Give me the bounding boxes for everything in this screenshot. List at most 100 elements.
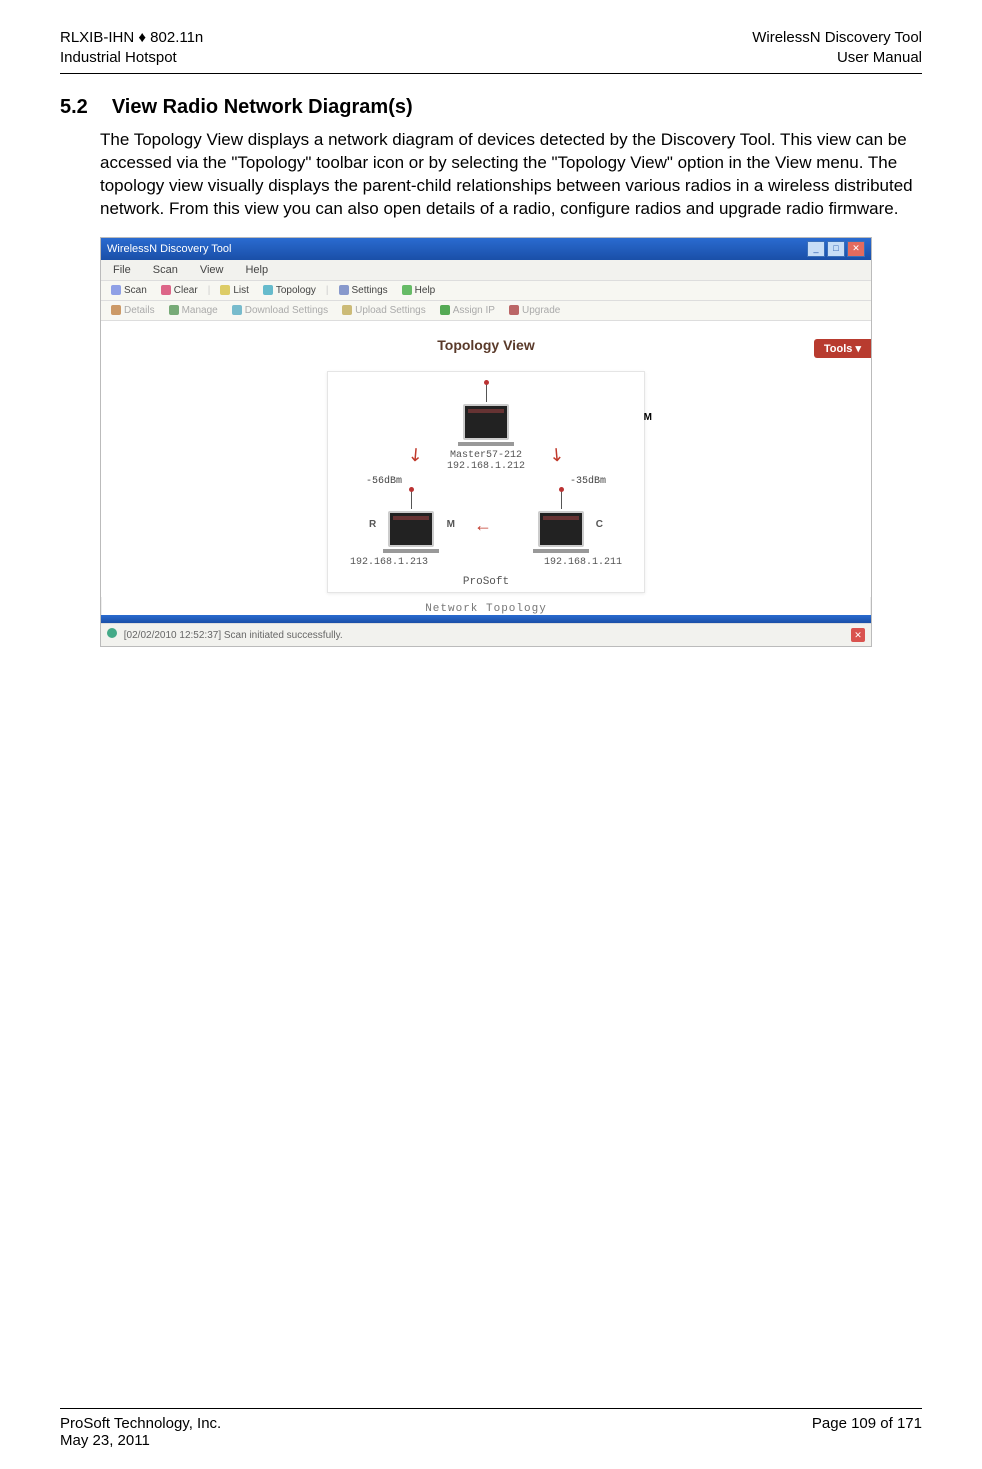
- gear-icon: [339, 285, 349, 295]
- status-divider: [101, 615, 871, 623]
- details-button[interactable]: Details: [107, 304, 159, 317]
- left-node-ip: 192.168.1.213: [350, 557, 428, 568]
- clear-button[interactable]: Clear: [157, 284, 202, 297]
- header-right-line1: WirelessN Discovery Tool: [752, 28, 922, 48]
- page-header: RLXIB-IHN ♦ 802.11n Industrial Hotspot W…: [60, 28, 922, 74]
- scan-label: Scan: [124, 285, 147, 296]
- maximize-button[interactable]: □: [827, 241, 845, 257]
- chevron-down-icon: ▾: [855, 343, 861, 355]
- close-button[interactable]: ✕: [847, 241, 865, 257]
- download-settings-button[interactable]: Download Settings: [228, 304, 332, 317]
- search-icon: [111, 285, 121, 295]
- child-nodes-row: R M ← C: [336, 491, 636, 553]
- status-close-button[interactable]: ✕: [851, 628, 865, 642]
- settings-label: Settings: [352, 285, 388, 296]
- menu-file[interactable]: File: [109, 263, 135, 277]
- menu-scan[interactable]: Scan: [149, 263, 182, 277]
- upload-icon: [342, 305, 352, 315]
- manage-icon: [169, 305, 179, 315]
- topology-label: Topology: [276, 285, 316, 296]
- link-arrow-icon: ←: [474, 515, 492, 536]
- clear-label: Clear: [174, 285, 198, 296]
- footer-left: ProSoft Technology, Inc. May 23, 2011: [60, 1415, 221, 1449]
- radio-base-icon: [533, 549, 589, 553]
- header-right-line2: User Manual: [752, 48, 922, 68]
- status-text: [02/02/2010 12:52:37] Scan initiated suc…: [124, 630, 343, 641]
- tools-button[interactable]: Tools ▾: [814, 339, 871, 358]
- details-label: Details: [124, 305, 155, 316]
- settings-button[interactable]: Settings: [335, 284, 392, 297]
- topology-title: Topology View: [437, 337, 535, 353]
- footer-company: ProSoft Technology, Inc.: [60, 1415, 221, 1432]
- left-role-badge-m: M: [447, 519, 455, 530]
- footer-date: May 23, 2011: [60, 1432, 221, 1449]
- download-icon: [232, 305, 242, 315]
- header-left-line1: RLXIB-IHN ♦ 802.11n: [60, 28, 203, 48]
- window-titlebar[interactable]: WirelessN Discovery Tool _ □ ✕: [101, 238, 871, 260]
- antenna-icon: [486, 384, 487, 402]
- details-icon: [111, 305, 121, 315]
- window-title: WirelessN Discovery Tool: [107, 243, 232, 255]
- left-radio-node[interactable]: R M: [383, 491, 439, 553]
- topology-canvas[interactable]: M ↙ ↘ Master57-212 192.168.1.212 -56dBm …: [101, 361, 871, 597]
- signal-row: -56dBm -35dBm: [336, 476, 636, 487]
- broom-icon: [161, 285, 171, 295]
- radio-device-icon: [538, 511, 584, 547]
- help-label: Help: [415, 285, 436, 296]
- help-button[interactable]: Help: [398, 284, 440, 297]
- check-icon: [440, 305, 450, 315]
- list-icon: [220, 285, 230, 295]
- radio-base-icon: [383, 549, 439, 553]
- right-link-signal: -35dBm: [570, 476, 606, 487]
- diagram-caption: Network Topology: [101, 603, 871, 615]
- radio-device-icon: [463, 404, 509, 440]
- radio-base-icon: [458, 442, 514, 446]
- section-number: 5.2: [60, 96, 88, 118]
- master-name: Master57-212: [336, 450, 636, 461]
- page-footer: ProSoft Technology, Inc. May 23, 2011 Pa…: [60, 1408, 922, 1449]
- separator: |: [208, 285, 211, 296]
- assign-ip-button[interactable]: Assign IP: [436, 304, 499, 317]
- radio-device-icon: [388, 511, 434, 547]
- antenna-icon: [411, 491, 412, 509]
- section-paragraph: The Topology View displays a network dia…: [100, 129, 922, 221]
- master-labels: Master57-212 192.168.1.212: [336, 450, 636, 472]
- section-title-text: View Radio Network Diagram(s): [112, 96, 413, 118]
- manage-button[interactable]: Manage: [165, 304, 222, 317]
- header-left: RLXIB-IHN ♦ 802.11n Industrial Hotspot: [60, 28, 203, 67]
- upgrade-icon: [509, 305, 519, 315]
- upload-settings-label: Upload Settings: [355, 305, 426, 316]
- ip-row: 192.168.1.213 192.168.1.211: [336, 557, 636, 568]
- embedded-screenshot: WirelessN Discovery Tool _ □ ✕ File Scan…: [100, 237, 872, 647]
- menu-view[interactable]: View: [196, 263, 228, 277]
- manage-label: Manage: [182, 305, 218, 316]
- right-role-badge: C: [596, 519, 603, 530]
- antenna-icon: [561, 491, 562, 509]
- master-ip: 192.168.1.212: [336, 461, 636, 472]
- vendor-label: ProSoft: [336, 576, 636, 588]
- tools-label: Tools: [824, 343, 853, 355]
- info-icon: [107, 628, 117, 638]
- minimize-button[interactable]: _: [807, 241, 825, 257]
- header-right: WirelessN Discovery Tool User Manual: [752, 28, 922, 67]
- upload-settings-button[interactable]: Upload Settings: [338, 304, 430, 317]
- separator: |: [326, 285, 329, 296]
- toolbar-secondary: Details Manage Download Settings Upload …: [101, 301, 871, 321]
- left-link-signal: -56dBm: [366, 476, 402, 487]
- topology-icon: [263, 285, 273, 295]
- upgrade-button[interactable]: Upgrade: [505, 304, 564, 317]
- right-radio-node[interactable]: C: [533, 491, 589, 553]
- right-node-ip: 192.168.1.211: [544, 557, 622, 568]
- topology-button[interactable]: Topology: [259, 284, 320, 297]
- section-heading: 5.2 View Radio Network Diagram(s): [60, 96, 922, 119]
- list-label: List: [233, 285, 249, 296]
- menubar: File Scan View Help: [101, 260, 871, 281]
- master-radio-node[interactable]: M ↙ ↘: [336, 384, 636, 446]
- help-icon: [402, 285, 412, 295]
- menu-help[interactable]: Help: [241, 263, 272, 277]
- upgrade-label: Upgrade: [522, 305, 560, 316]
- list-button[interactable]: List: [216, 284, 253, 297]
- scan-button[interactable]: Scan: [107, 284, 151, 297]
- statusbar: [02/02/2010 12:52:37] Scan initiated suc…: [101, 623, 871, 646]
- topology-diagram: M ↙ ↘ Master57-212 192.168.1.212 -56dBm …: [327, 371, 645, 593]
